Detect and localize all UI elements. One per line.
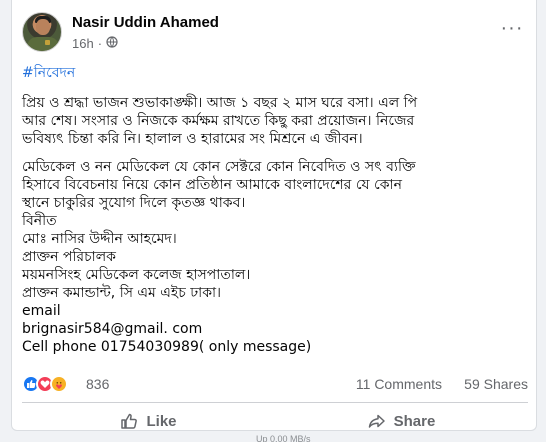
avatar-face: [36, 19, 50, 35]
text-line: প্রাক্তন কমান্ডান্ট, সি এম এইচ ঢাকা।: [22, 285, 222, 301]
text-line: প্রাক্তন পরিচালক: [22, 249, 116, 265]
love-icon-svg: [40, 380, 50, 388]
care-icon: [50, 375, 68, 393]
like-button[interactable]: Like: [22, 406, 275, 436]
post-header: Nasir Uddin Ahamed 16h · ···: [22, 12, 528, 54]
post-stats: 836 11 Comments 59 Shares: [22, 375, 528, 395]
text-line: ময়মনসিংহ মেডিকেল কলেজ হাসপাতাল।: [22, 267, 251, 283]
comments-count-link[interactable]: 11 Comments: [356, 376, 442, 392]
post-body: #নিবেদন প্রিয় ও শ্রদ্ধা ভাজন শুভাকাঙ্ক্…: [22, 64, 530, 366]
like-button-label: Like: [146, 412, 177, 430]
hashtag-link[interactable]: #নিবেদন: [22, 64, 530, 82]
shares-count-link[interactable]: 59 Shares: [464, 376, 528, 392]
text-line: মোঃ নাসির উদ্দীন আহমেদ।: [22, 231, 177, 247]
reaction-count[interactable]: 836: [86, 376, 109, 392]
avatar-body: [27, 37, 59, 51]
paragraph-2: মেডিকেল ও নন মেডিকেল যে কোন সেক্টরে কোন …: [22, 158, 530, 356]
post-card: Nasir Uddin Ahamed 16h · ··· #নিবেদন প্র…: [11, 0, 537, 431]
more-horizontal-icon[interactable]: ···: [500, 18, 524, 42]
post-meta: 16h ·: [72, 36, 118, 51]
meta-separator: ·: [97, 36, 103, 51]
network-speed-overlay: Up 0.00 MB/s: [256, 434, 311, 442]
share-button[interactable]: Share: [275, 406, 528, 436]
reaction-icons[interactable]: [22, 375, 68, 393]
post-actions: Like Share: [22, 406, 528, 436]
globe-icon-svg: [106, 36, 118, 48]
text-line: বিনীত: [22, 213, 57, 229]
paragraph-1: প্রিয় ও শ্রদ্ধা ভাজন শুভাকাঙ্ক্ষী। আজ ১…: [22, 94, 530, 148]
care-icon-svg: [56, 382, 62, 389]
author-avatar[interactable]: [22, 12, 62, 52]
avatar-badge: [45, 40, 50, 45]
post-time[interactable]: 16h: [72, 36, 94, 51]
like-icon-svg: [27, 380, 36, 388]
text-line: প্রিয় ও শ্রদ্ধা ভাজন শুভাকাঙ্ক্ষী। আজ ১…: [22, 95, 418, 111]
phone-text: Cell phone 01754030989( only message): [22, 339, 312, 355]
actions-divider: [22, 402, 528, 403]
like-icon: [121, 413, 138, 429]
text-line: ভবিষ্যৎ চিন্তা করি নি। হালাল ও হারামের স…: [22, 131, 363, 147]
author-name[interactable]: Nasir Uddin Ahamed: [72, 14, 219, 31]
email-text: brignasir584@gmail. com: [22, 321, 203, 337]
share-icon: [368, 414, 385, 428]
globe-icon[interactable]: [106, 36, 118, 51]
text-line: আর শেষ। সংসার ও নিজকে কর্মক্ষম রাখতে কিছ…: [22, 113, 415, 129]
text-line: মেডিকেল ও নন মেডিকেল যে কোন সেক্টরে কোন …: [22, 159, 416, 175]
text-line: হিসাবে বিবেচনায় নিয়ে কোন প্রতিষ্ঠান আম…: [22, 177, 402, 193]
text-line: স্থানে চাকুরির সুযোগ দিলে কৃতজ্ঞ থাকব।: [22, 195, 246, 211]
text-line: email: [22, 303, 61, 319]
share-button-label: Share: [393, 412, 436, 430]
